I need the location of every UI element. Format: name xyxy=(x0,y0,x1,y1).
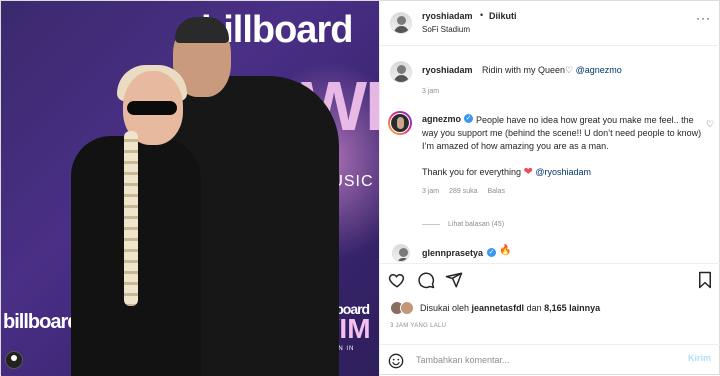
comment-like-icon[interactable]: ♡ xyxy=(706,119,714,130)
caption-body: Ridin with my Queen xyxy=(482,65,566,75)
caption-text: Ridin with my Queen♡ @agnezmo xyxy=(482,65,622,76)
caption-mention-link[interactable]: @agnezmo xyxy=(576,65,622,75)
red-heart-icon: ❤ xyxy=(523,166,533,178)
post-comment-button[interactable]: Kirim xyxy=(688,353,711,363)
post-date: 3 JAM YANG LALU xyxy=(390,323,447,329)
more-options-icon[interactable]: ··· xyxy=(696,11,711,25)
verified-badge-icon: ✓ xyxy=(464,114,473,123)
post-modal: billboard WIM MUSIC billboard WIM WOMEN … xyxy=(0,0,720,376)
replies-divider xyxy=(422,223,440,225)
post-side-panel: ryoshiadam • Diikuti SoFi Stadium ··· ry… xyxy=(379,1,720,376)
header-separator: • xyxy=(480,10,484,20)
likes-summary: Disukai oleh jeannetasfdl dan 8,165 lain… xyxy=(420,303,600,313)
likes-others-link[interactable]: 8,165 lainnya xyxy=(544,303,600,313)
follow-status-button[interactable]: Diikuti xyxy=(489,11,517,21)
fire-emoji: 🔥 xyxy=(499,245,512,256)
commenter-username[interactable]: agnezmo xyxy=(422,114,463,124)
actions-divider xyxy=(380,263,720,264)
bookmark-icon[interactable] xyxy=(697,271,713,289)
caption-heart: ♡ xyxy=(565,65,574,75)
commenter2-username[interactable]: glennprasetya xyxy=(422,248,483,258)
commenter2-avatar[interactable] xyxy=(392,244,410,262)
likes-connector: dan xyxy=(526,303,542,313)
billboard-logo-left: billboard xyxy=(3,311,79,333)
author-username[interactable]: ryoshiadam xyxy=(422,11,473,21)
thanks-text: Thank you for everything xyxy=(422,167,522,177)
reply-button[interactable]: Balas xyxy=(487,188,505,195)
share-icon[interactable] xyxy=(445,271,463,289)
view-replies-button[interactable]: Lihat balasan (45) xyxy=(422,221,504,228)
tagged-user-icon[interactable] xyxy=(5,351,23,369)
post-header: ryoshiadam • Diikuti SoFi Stadium ··· xyxy=(380,1,720,46)
comment-time: 3 jam xyxy=(422,188,440,195)
add-comment-input[interactable] xyxy=(416,351,666,369)
man-hair xyxy=(175,17,229,43)
caption-username[interactable]: ryoshiadam xyxy=(422,65,473,75)
heart-icon[interactable] xyxy=(388,271,406,289)
likers-avatars[interactable] xyxy=(390,301,418,315)
caption-avatar[interactable] xyxy=(390,61,412,83)
emoji-icon[interactable] xyxy=(388,353,404,369)
caption-time: 3 jam xyxy=(422,88,440,95)
post-location[interactable]: SoFi Stadium xyxy=(422,25,470,34)
sunglasses xyxy=(127,101,177,115)
commenter-avatar[interactable] xyxy=(388,111,412,135)
comment-thanks: Thank you for everything ❤ @ryoshiadam xyxy=(422,165,591,178)
comment-icon[interactable] xyxy=(417,271,435,289)
verified-badge-icon: ✓ xyxy=(487,248,496,257)
view-replies-label: Lihat balasan (45) xyxy=(448,221,505,228)
braid xyxy=(124,131,138,306)
post-photo[interactable]: billboard WIM MUSIC billboard WIM WOMEN … xyxy=(1,1,379,376)
comment-likes-link[interactable]: 289 suka xyxy=(449,188,477,195)
thanks-mention-link[interactable]: @ryoshiadam xyxy=(535,167,591,177)
comment-meta: 3 jam 289 suka Balas xyxy=(422,188,513,195)
author-avatar[interactable] xyxy=(390,12,412,34)
liker-avatar xyxy=(400,301,414,315)
liker-username-link[interactable]: jeannetasfdl xyxy=(472,303,525,313)
likes-prefix: Disukai oleh xyxy=(420,303,470,313)
